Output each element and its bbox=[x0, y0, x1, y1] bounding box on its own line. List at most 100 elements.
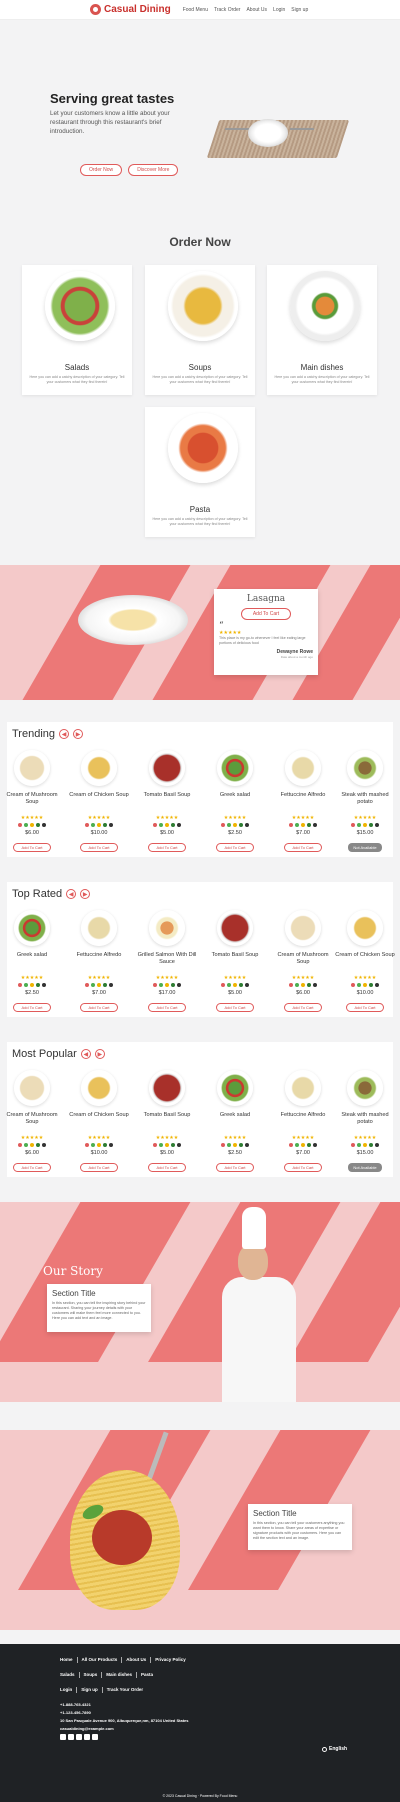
category-card-salads[interactable]: Salads Here you can add a catchy descrip… bbox=[22, 265, 132, 395]
brand-logo[interactable]: Casual Dining bbox=[90, 4, 171, 15]
add-to-cart-button[interactable]: Add To Cart bbox=[241, 608, 291, 620]
hero-section: Serving great tastes Let your customers … bbox=[0, 20, 400, 220]
add-to-cart-button[interactable]: Add To Cart bbox=[148, 1163, 186, 1172]
add-to-cart-button[interactable]: Add To Cart bbox=[13, 1003, 51, 1012]
add-to-cart-button[interactable]: Add To Cart bbox=[346, 1003, 384, 1012]
nav-food-menu[interactable]: Food Menu bbox=[183, 7, 208, 13]
diet-tag-icon bbox=[109, 823, 113, 827]
nav-track-order[interactable]: Track Order bbox=[214, 7, 240, 13]
twitter-icon[interactable] bbox=[68, 1734, 74, 1740]
add-to-cart-button[interactable]: Add To Cart bbox=[80, 1003, 118, 1012]
footer-email[interactable]: casualdining@example.com bbox=[60, 1725, 400, 1733]
prev-arrow-icon[interactable]: ◀ bbox=[66, 889, 77, 899]
menu-item-card[interactable]: Tomato Basil Soup ★★★★★ $5.00 Add To Cart bbox=[136, 1070, 198, 1174]
add-to-cart-button[interactable]: Add To Cart bbox=[80, 1163, 118, 1172]
footer-link-sign-up[interactable]: Sign up bbox=[81, 1687, 98, 1692]
diet-tag-icon bbox=[369, 823, 373, 827]
item-name: Cream of Mushroom Soup bbox=[6, 792, 58, 805]
nav-about-us[interactable]: About Us bbox=[246, 7, 267, 13]
add-to-cart-button[interactable]: Add To Cart bbox=[148, 843, 186, 852]
our-story-section: Our Story Section Title In this section,… bbox=[0, 1202, 400, 1402]
footer-link-home[interactable]: Home bbox=[60, 1657, 73, 1662]
item-price: $2.50 bbox=[25, 990, 39, 996]
nav-login[interactable]: Login bbox=[273, 7, 285, 13]
facebook-icon[interactable] bbox=[60, 1734, 66, 1740]
menu-item-card[interactable]: Tomato Basil Soup ★★★★★ $5.00 Add To Cart bbox=[136, 750, 198, 854]
add-to-cart-button[interactable]: Add To Cart bbox=[216, 1003, 254, 1012]
language-selector[interactable]: English bbox=[322, 1746, 347, 1752]
item-price: $6.00 bbox=[296, 990, 310, 996]
discover-more-button[interactable]: Discover More bbox=[128, 164, 179, 176]
rating-stars: ★★★★★ bbox=[87, 1135, 111, 1141]
add-to-cart-button[interactable]: Add To Cart bbox=[80, 843, 118, 852]
footer-phone-1[interactable]: +1-888-765-4321 bbox=[60, 1701, 400, 1709]
menu-item-card[interactable]: Cream of Mushroom Soup ★★★★★ $6.00 Add To C… bbox=[1, 1070, 63, 1174]
menu-item-card[interactable]: Cream of Chicken Soup ★★★★★ $10.00 Add To C… bbox=[68, 1070, 130, 1174]
diet-tag-icon bbox=[239, 823, 243, 827]
menu-item-card[interactable]: Fettuccine Alfredo ★★★★★ $7.00 Add To Cart bbox=[272, 1070, 334, 1174]
footer-link-soups[interactable]: Soups bbox=[84, 1672, 98, 1677]
diet-tag-icon bbox=[177, 983, 181, 987]
diet-tag-icon bbox=[307, 823, 311, 827]
menu-item-card[interactable]: Tomato Basil Soup ★★★★★ $5.00 Add To Cart bbox=[204, 910, 266, 1014]
menu-item-card[interactable]: Cream of Chicken Soup ★★★★★ $10.00 Add To C… bbox=[68, 750, 130, 854]
diet-tag-icon bbox=[171, 983, 175, 987]
add-to-cart-button[interactable]: Add To Cart bbox=[284, 1003, 322, 1012]
youtube-icon[interactable] bbox=[76, 1734, 82, 1740]
menu-item-card[interactable]: Greek salad ★★★★★ $2.50 Add To Cart bbox=[204, 750, 266, 854]
footer-link-track-order[interactable]: Track Your Order bbox=[107, 1687, 143, 1692]
food-photo bbox=[14, 750, 50, 786]
footer-link-pasta[interactable]: Pasta bbox=[141, 1672, 153, 1677]
diet-tag-icon bbox=[357, 983, 361, 987]
add-to-cart-button[interactable]: Add To Cart bbox=[216, 843, 254, 852]
menu-item-card[interactable]: Steak with mashed potato ★★★★★ $15.00 Not A… bbox=[334, 750, 396, 854]
diet-tag-icon bbox=[24, 983, 28, 987]
footer-link-salads[interactable]: Salads bbox=[60, 1672, 75, 1677]
footer-link-all-products[interactable]: All Our Products bbox=[82, 1657, 118, 1662]
rating-stars: ★★★★★ bbox=[223, 815, 247, 821]
add-to-cart-button[interactable]: Add To Cart bbox=[13, 1163, 51, 1172]
instagram-icon[interactable] bbox=[84, 1734, 90, 1740]
rating-stars: ★★★★★ bbox=[353, 975, 377, 981]
diet-tag-icon bbox=[85, 823, 89, 827]
diet-tag-icon bbox=[42, 823, 46, 827]
menu-item-card[interactable]: Fettuccine Alfredo ★★★★★ $7.00 Add To Cart bbox=[272, 750, 334, 854]
menu-item-card[interactable]: Fettuccine Alfredo ★★★★★ $7.00 Add To Cart bbox=[68, 910, 130, 1014]
diet-tag-icon bbox=[245, 1143, 249, 1147]
add-to-cart-button[interactable]: Add To Cart bbox=[13, 843, 51, 852]
next-arrow-icon[interactable]: ▶ bbox=[80, 889, 91, 899]
footer-link-main-dishes[interactable]: Main dishes bbox=[106, 1672, 132, 1677]
order-now-button[interactable]: Order Now bbox=[80, 164, 123, 176]
category-card-pasta[interactable]: Pasta Here you can add a catchy descript… bbox=[145, 407, 255, 537]
next-arrow-icon[interactable]: ▶ bbox=[73, 729, 84, 739]
menu-item-card[interactable]: Grilled Salmon With Dill Sauce ★★★★★ $17.0… bbox=[136, 910, 198, 1014]
prev-arrow-icon[interactable]: ◀ bbox=[59, 729, 70, 739]
footer-link-privacy[interactable]: Privacy Policy bbox=[155, 1657, 186, 1662]
dietary-tags bbox=[334, 1143, 396, 1147]
prev-arrow-icon[interactable]: ◀ bbox=[80, 1049, 91, 1059]
menu-item-card[interactable]: Greek salad ★★★★★ $2.50 Add To Cart bbox=[1, 910, 63, 1014]
add-to-cart-button[interactable]: Add To Cart bbox=[148, 1003, 186, 1012]
category-card-soups[interactable]: Soups Here you can add a catchy descript… bbox=[145, 265, 255, 395]
add-to-cart-button[interactable]: Add To Cart bbox=[284, 843, 322, 852]
menu-item-card[interactable]: Cream of Mushroom Soup ★★★★★ $6.00 Add To C… bbox=[1, 750, 63, 854]
menu-item-card[interactable]: Greek salad ★★★★★ $2.50 Add To Cart bbox=[204, 1070, 266, 1174]
story-text-box: Section Title In this section, you can t… bbox=[47, 1284, 151, 1332]
footer-link-about[interactable]: About Us bbox=[126, 1657, 146, 1662]
hero-subtitle: Let your customers know a little about y… bbox=[50, 110, 170, 135]
menu-item-card[interactable]: Cream of Mushroom Soup ★★★★★ $6.00 Add To C… bbox=[272, 910, 334, 1014]
footer-phone-2[interactable]: +1-123-456-7890 bbox=[60, 1709, 400, 1717]
footer-link-login[interactable]: Login bbox=[60, 1687, 72, 1692]
pinterest-icon[interactable] bbox=[92, 1734, 98, 1740]
nav-sign-up[interactable]: Sign up bbox=[291, 7, 308, 13]
order-now-section: Order Now Salads Here you can add a catc… bbox=[0, 220, 400, 565]
add-to-cart-button[interactable]: Add To Cart bbox=[284, 1163, 322, 1172]
not-available-label: Not Available bbox=[348, 843, 382, 852]
item-name: Tomato Basil Soup bbox=[143, 1112, 191, 1118]
pasta-feature-section: Section Title In this section, you can t… bbox=[0, 1430, 400, 1630]
next-arrow-icon[interactable]: ▶ bbox=[94, 1049, 105, 1059]
category-card-main-dishes[interactable]: Main dishes Here you can add a catchy de… bbox=[267, 265, 377, 395]
menu-item-card[interactable]: Steak with mashed potato ★★★★★ $15.00 Not A… bbox=[334, 1070, 396, 1174]
menu-item-card[interactable]: Cream of Chicken Soup ★★★★★ $10.00 Add To C… bbox=[334, 910, 396, 1014]
add-to-cart-button[interactable]: Add To Cart bbox=[216, 1163, 254, 1172]
